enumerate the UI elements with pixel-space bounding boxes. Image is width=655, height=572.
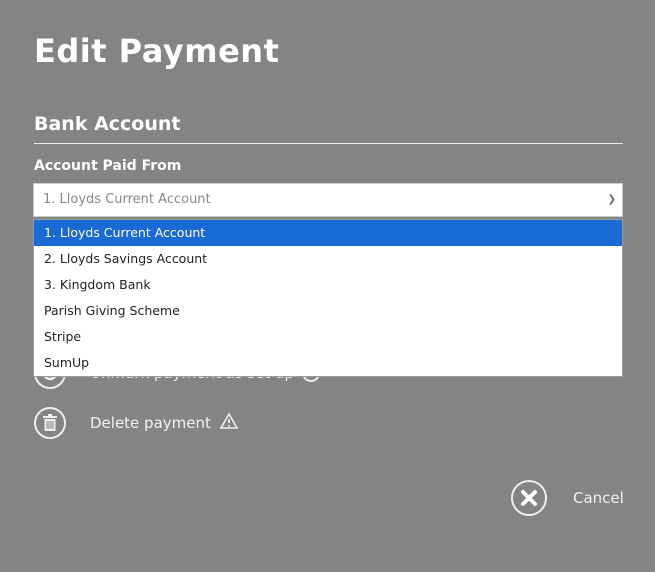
account-paid-from-label: Account Paid From [34, 158, 182, 174]
close-icon [511, 480, 547, 516]
delete-payment-button[interactable]: Delete payment [34, 407, 239, 439]
account-select[interactable]: 1. Lloyds Current Account ❯ [33, 183, 623, 217]
account-dropdown-list: 1. Lloyds Current Account 2. Lloyds Savi… [33, 219, 623, 377]
dropdown-option[interactable]: 3. Kingdom Bank [34, 272, 622, 298]
chevron-down-icon: ❯ [607, 194, 616, 205]
cancel-label: Cancel [573, 489, 624, 507]
dropdown-option[interactable]: 1. Lloyds Current Account [34, 220, 622, 246]
select-value: 1. Lloyds Current Account [43, 192, 211, 207]
trash-icon [34, 407, 66, 439]
dropdown-option[interactable]: Stripe [34, 324, 622, 350]
delete-label: Delete payment [90, 414, 211, 432]
cancel-button[interactable]: Cancel [511, 480, 624, 516]
section-heading: Bank Account [34, 113, 181, 135]
dropdown-option[interactable]: SumUp [34, 350, 622, 376]
dropdown-option[interactable]: 2. Lloyds Savings Account [34, 246, 622, 272]
divider [34, 143, 623, 144]
page-title: Edit Payment [34, 32, 280, 70]
warning-icon [219, 412, 239, 433]
dropdown-option[interactable]: Parish Giving Scheme [34, 298, 622, 324]
